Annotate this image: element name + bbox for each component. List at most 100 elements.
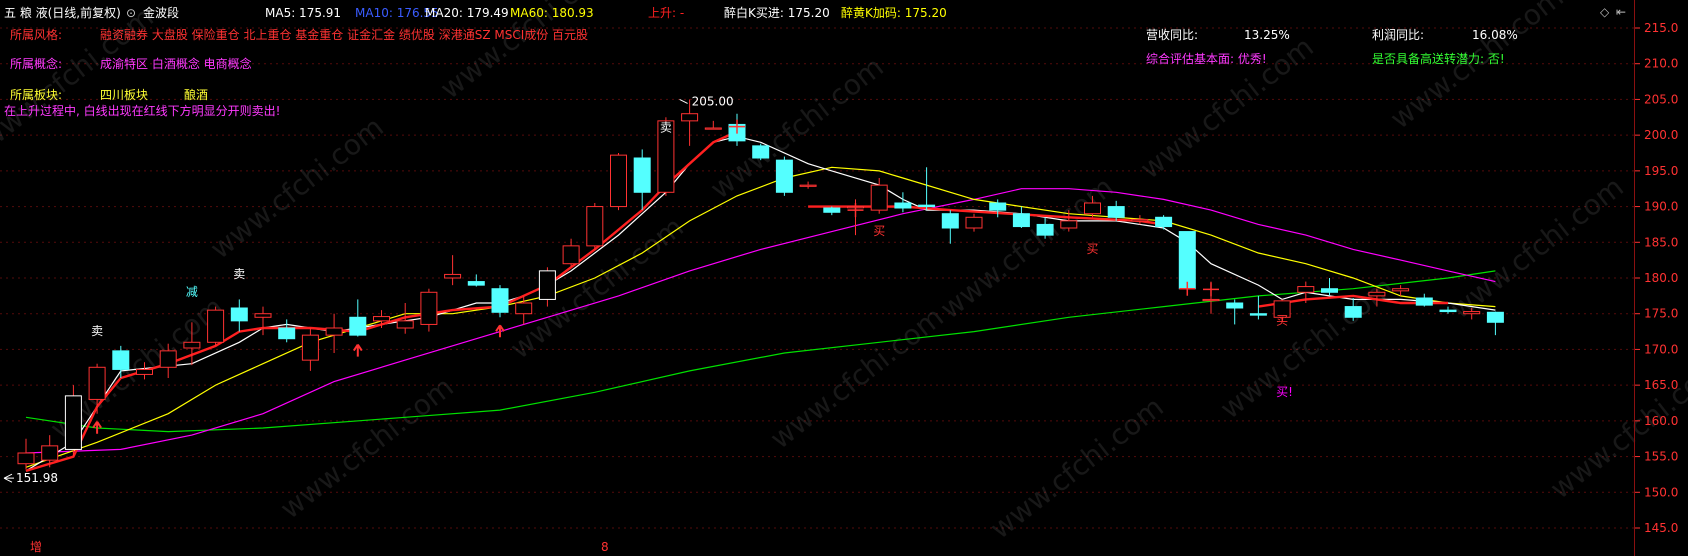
candle-body[interactable] xyxy=(704,127,722,130)
candle-body[interactable] xyxy=(894,202,912,209)
candle-down[interactable] xyxy=(1415,293,1433,307)
candle-body[interactable] xyxy=(301,334,319,361)
candle-body[interactable] xyxy=(752,145,770,159)
candle-down[interactable] xyxy=(1226,299,1244,325)
candle-body[interactable] xyxy=(278,327,296,340)
candle-body[interactable] xyxy=(1415,297,1433,306)
candle-down[interactable] xyxy=(278,319,296,343)
candle-down[interactable] xyxy=(775,156,793,196)
candle-body[interactable] xyxy=(1368,291,1386,297)
candle-body[interactable] xyxy=(467,281,485,286)
candle-body[interactable] xyxy=(1155,216,1173,228)
candle-down[interactable] xyxy=(230,299,248,332)
candle-body[interactable] xyxy=(420,291,438,325)
stock-title[interactable]: 五 粮 液(日线,前复权) xyxy=(4,6,121,20)
candle-body[interactable] xyxy=(562,245,580,265)
candle-up[interactable] xyxy=(586,203,604,250)
candle-body[interactable] xyxy=(1060,220,1078,229)
kline-chart-svg[interactable]: www.cfchi.comwww.cfchi.comwww.cfchi.comw… xyxy=(0,0,1688,556)
candle-body[interactable] xyxy=(1178,231,1196,290)
candle-up[interactable] xyxy=(420,288,438,332)
candles-layer[interactable] xyxy=(17,99,1504,470)
kline-chart[interactable]: www.cfchi.com www.cfchi.com www.cfchi.com w… xyxy=(0,0,1688,556)
candle-body[interactable] xyxy=(515,302,533,315)
candle-body[interactable] xyxy=(1131,218,1149,222)
candle-body[interactable] xyxy=(64,395,82,450)
candle-body[interactable] xyxy=(230,307,248,322)
candle-body[interactable] xyxy=(775,159,793,193)
candle-body[interactable] xyxy=(1249,313,1267,316)
candle-body[interactable] xyxy=(1439,309,1457,313)
candle-body[interactable] xyxy=(823,207,841,213)
candle-body[interactable] xyxy=(1107,206,1125,218)
candle-down[interactable] xyxy=(752,143,770,161)
transfer-potential: 是否具备高送转潜力: 否! xyxy=(1372,52,1505,66)
candle-down[interactable] xyxy=(1012,206,1030,228)
candle-body[interactable] xyxy=(1226,302,1244,309)
candle-body[interactable] xyxy=(681,113,699,122)
candle-body[interactable] xyxy=(989,202,1007,211)
candle-up[interactable] xyxy=(965,213,983,232)
candle-body[interactable] xyxy=(159,350,177,368)
candle-body[interactable] xyxy=(112,350,130,370)
candle-body[interactable] xyxy=(1012,213,1030,228)
concept-value: 成渝特区 白酒概念 电商概念 xyxy=(100,57,252,71)
candle-body[interactable] xyxy=(17,452,35,465)
candle-body[interactable] xyxy=(1321,288,1338,293)
candle-up[interactable] xyxy=(799,181,817,189)
candle-body[interactable] xyxy=(870,184,888,211)
diamond-icon[interactable]: ◇ xyxy=(1600,6,1609,18)
candle-body[interactable] xyxy=(941,213,959,229)
candle-up[interactable] xyxy=(562,238,580,268)
candle-down[interactable] xyxy=(1486,311,1504,336)
candle-body[interactable] xyxy=(538,270,556,300)
candle-body[interactable] xyxy=(373,316,390,322)
candle-up[interactable] xyxy=(444,255,462,286)
candle-body[interactable] xyxy=(254,313,272,318)
candle-body[interactable] xyxy=(633,157,651,193)
candle-body[interactable] xyxy=(325,327,343,336)
candle-body[interactable] xyxy=(1463,311,1481,315)
candle-body[interactable] xyxy=(799,184,817,187)
candle-down[interactable] xyxy=(941,210,959,244)
candle-up[interactable] xyxy=(325,313,343,353)
indicator-name[interactable]: 金波段 xyxy=(143,6,179,20)
candle-body[interactable] xyxy=(41,445,59,461)
candle-body[interactable] xyxy=(349,316,367,336)
candle-up[interactable] xyxy=(64,385,82,457)
candle-body[interactable] xyxy=(1392,288,1410,292)
candle-body[interactable] xyxy=(965,216,983,229)
candle-body[interactable] xyxy=(136,368,153,375)
candle-up[interactable] xyxy=(301,328,319,371)
candle-body[interactable] xyxy=(1297,286,1315,293)
candle-up[interactable] xyxy=(207,306,225,346)
y-tick-label: 200.0 xyxy=(1644,128,1678,142)
candle-down[interactable] xyxy=(491,285,509,318)
candle-up[interactable] xyxy=(704,120,722,130)
candle-body[interactable] xyxy=(1344,306,1362,318)
candle-body[interactable] xyxy=(491,288,509,313)
candle-down[interactable] xyxy=(1321,278,1338,296)
candle-body[interactable] xyxy=(918,204,936,208)
candle-down[interactable] xyxy=(1249,295,1267,320)
candle-down[interactable] xyxy=(349,299,367,337)
candle-body[interactable] xyxy=(396,320,414,329)
candle-body[interactable] xyxy=(207,309,225,343)
candle-body[interactable] xyxy=(610,154,627,208)
candle-down[interactable] xyxy=(633,149,651,211)
candle-body[interactable] xyxy=(1036,223,1054,236)
y-tick-label: 210.0 xyxy=(1644,57,1678,71)
candle-body[interactable] xyxy=(586,206,604,247)
candle-body[interactable] xyxy=(1486,311,1504,323)
candle-down[interactable] xyxy=(918,167,936,211)
candle-body[interactable] xyxy=(1202,298,1220,302)
collapse-icon[interactable]: ⇤ xyxy=(1616,6,1626,18)
candle-down[interactable] xyxy=(823,206,841,216)
indicator-toggle-icon[interactable]: ⊙ xyxy=(126,6,136,20)
candle-body[interactable] xyxy=(183,341,201,349)
candle-down[interactable] xyxy=(467,274,485,287)
candle-body[interactable] xyxy=(444,273,462,279)
candle-body[interactable] xyxy=(88,366,106,400)
candle-up[interactable] xyxy=(610,153,627,211)
candle-body[interactable] xyxy=(1084,202,1101,215)
